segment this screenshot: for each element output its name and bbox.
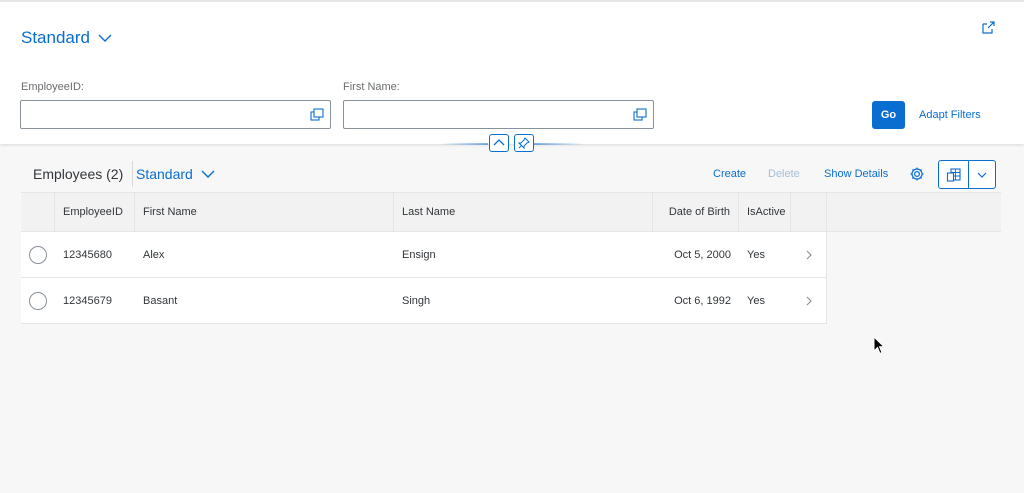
export-menu-button[interactable] [969, 161, 995, 188]
collapse-divider-left [440, 143, 488, 145]
table-row[interactable]: 12345679 Basant Singh Oct 6, 1992 Yes [21, 278, 827, 324]
row-selector-cell [21, 278, 55, 323]
first-name-cell: Basant [143, 294, 178, 307]
first-name-input[interactable] [344, 101, 653, 128]
row-selector-cell [21, 232, 55, 277]
chevron-right-icon [806, 296, 812, 305]
export-button[interactable] [939, 161, 969, 188]
export-button-group [938, 160, 996, 189]
value-help-icon[interactable] [310, 108, 324, 122]
first-name-field-wrapper [343, 100, 654, 129]
employee-id-label: EmployeeID: [21, 81, 84, 93]
create-button[interactable]: Create [713, 168, 746, 180]
row-navigation-cell[interactable] [791, 232, 827, 277]
page-variant-selector[interactable]: Standard [21, 28, 112, 48]
chevron-down-icon [98, 34, 112, 42]
collapse-divider-right [534, 143, 584, 145]
chevron-down-icon [977, 172, 987, 178]
employee-id-field-wrapper [20, 100, 331, 129]
first-name-label: First Name: [343, 81, 400, 93]
is-active-cell: Yes [747, 248, 765, 261]
row-select-radio[interactable] [29, 291, 47, 310]
table-row[interactable]: 12345680 Alex Ensign Oct 5, 2000 Yes [21, 232, 827, 278]
collapse-header-button[interactable] [489, 134, 509, 152]
column-header-is-active[interactable]: IsActive [739, 193, 791, 231]
first-name-cell: Alex [143, 248, 165, 261]
table-right-border [826, 192, 827, 324]
chevron-right-icon [806, 250, 812, 259]
go-button[interactable]: Go [872, 101, 905, 129]
last-name-cell: Ensign [402, 248, 436, 261]
employees-table: EmployeeID First Name Last Name Date of … [21, 192, 1001, 324]
employee-id-input[interactable] [21, 101, 330, 128]
filler-column-header [827, 193, 1001, 231]
adapt-filters-button[interactable]: Adapt Filters [919, 109, 981, 121]
column-header-first-name[interactable]: First Name [135, 193, 394, 231]
column-header-date-of-birth[interactable]: Date of Birth [653, 193, 739, 231]
employee-id-cell: 12345679 [63, 294, 112, 307]
page-variant-label: Standard [21, 28, 90, 47]
navigation-column-header [791, 193, 827, 231]
row-select-radio[interactable] [29, 245, 47, 264]
pin-icon [518, 137, 530, 149]
gear-icon[interactable] [909, 166, 925, 182]
show-details-button[interactable]: Show Details [824, 168, 888, 180]
chevron-up-icon [493, 139, 505, 146]
last-name-cell: Singh [402, 294, 431, 307]
value-help-icon[interactable] [633, 108, 647, 122]
table-header-row: EmployeeID First Name Last Name Date of … [21, 192, 1001, 232]
row-navigation-cell[interactable] [791, 278, 827, 323]
column-header-employee-id[interactable]: EmployeeID [55, 193, 135, 231]
toolbar-separator [132, 161, 133, 187]
chevron-down-icon [201, 170, 215, 178]
table-title: Employees (2) [33, 166, 124, 182]
employee-id-cell: 12345680 [63, 248, 112, 261]
selection-column-header [21, 193, 55, 231]
pin-header-button[interactable] [514, 134, 534, 152]
column-header-last-name[interactable]: Last Name [394, 193, 653, 231]
delete-button[interactable]: Delete [768, 168, 800, 180]
filter-bar-header: Standard EmployeeID: First Name: Go Adap… [0, 0, 1024, 144]
spreadsheet-export-icon [946, 167, 961, 182]
table-variant-selector[interactable]: Standard [136, 166, 215, 182]
share-icon[interactable] [980, 20, 996, 36]
date-of-birth-cell: Oct 5, 2000 [674, 248, 731, 261]
table-variant-label: Standard [136, 166, 193, 182]
date-of-birth-cell: Oct 6, 1992 [674, 294, 731, 307]
is-active-cell: Yes [747, 294, 765, 307]
mouse-cursor-icon [873, 336, 885, 355]
